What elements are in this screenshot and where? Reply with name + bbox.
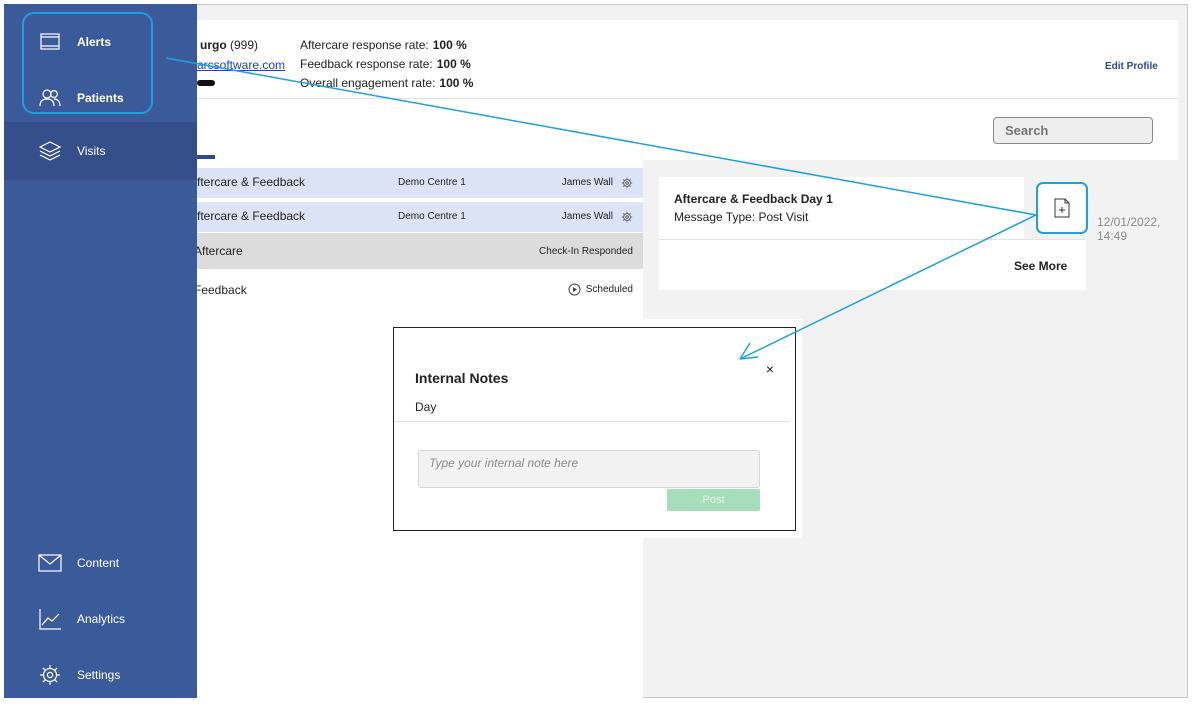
sidebar-item-content[interactable]: Content: [4, 535, 197, 591]
list-item-status: Check-In Responded: [539, 246, 633, 257]
aftercare-rate: Aftercare response rate: 100 %: [300, 38, 467, 52]
list-item-centre: Demo Centre 1: [398, 211, 466, 222]
list-item-staff: James Wall: [561, 177, 613, 188]
list-item-title: Feedback: [194, 283, 247, 297]
sidebar-item-label: Visits: [77, 144, 106, 158]
timestamp-date: 12/01/2022,: [1097, 215, 1161, 229]
profile-name-text: urgo: [200, 38, 227, 52]
sidebar-item-analytics[interactable]: Analytics: [4, 591, 197, 647]
message-type: Message Type: Post Visit: [674, 210, 809, 224]
feedback-rate-label: Feedback response rate:: [300, 57, 433, 71]
sidebar-item-label: Settings: [77, 668, 121, 682]
list-item-title: Aftercare: [194, 244, 243, 258]
active-tab-indicator: [197, 155, 215, 159]
alerts-icon: [38, 30, 62, 54]
list-item[interactable]: ftercare & Feedback Demo Centre 1 James …: [197, 168, 643, 198]
envelope-icon: [38, 551, 62, 575]
search-input[interactable]: [993, 117, 1153, 144]
list-item[interactable]: ftercare & Feedback Demo Centre 1 James …: [197, 202, 643, 232]
list-item-title: ftercare & Feedback: [197, 209, 306, 223]
visits-icon: [38, 139, 62, 163]
add-note-icon: [1054, 198, 1070, 218]
modal-title: Internal Notes: [415, 370, 509, 386]
post-button[interactable]: Post: [667, 489, 760, 511]
aftercare-rate-label: Aftercare response rate:: [300, 38, 429, 52]
message-title: Aftercare & Feedback Day 1: [674, 192, 833, 206]
add-note-button[interactable]: [1036, 182, 1088, 234]
feedback-rate: Feedback response rate: 100 %: [300, 57, 471, 71]
list-item[interactable]: Feedback Scheduled: [194, 272, 643, 308]
engagement-rate-value: 100 %: [439, 76, 474, 90]
modal-divider: [395, 421, 789, 422]
sidebar-item-settings[interactable]: Settings: [4, 647, 197, 703]
analytics-icon: [38, 607, 62, 631]
gear-icon: [38, 663, 62, 687]
sidebar: Alerts Patients Visits Content Analytics…: [4, 4, 197, 698]
redacted-text: [197, 80, 215, 86]
sidebar-item-label: Analytics: [77, 612, 126, 626]
sidebar-item-visits[interactable]: Visits: [4, 122, 197, 180]
edit-profile-link[interactable]: Edit Profile: [1105, 61, 1158, 72]
list-item-centre: Demo Centre 1: [398, 177, 466, 188]
header-divider: [197, 98, 1178, 99]
close-icon[interactable]: ×: [763, 361, 777, 377]
sidebar-item-patients[interactable]: Patients: [4, 70, 197, 126]
list-item-staff: James Wall: [561, 211, 613, 222]
list-item[interactable]: Aftercare Check-In Responded: [194, 233, 643, 269]
sidebar-item-label: Content: [77, 556, 120, 570]
aftercare-rate-value: 100 %: [432, 38, 467, 52]
profile-email-link[interactable]: arcsoftware.com: [197, 58, 285, 72]
internal-note-input[interactable]: [418, 450, 760, 488]
engagement-rate-label: Overall engagement rate:: [300, 76, 436, 90]
gear-icon[interactable]: [621, 211, 633, 223]
profile-name: urgo (999): [200, 38, 258, 52]
gear-icon[interactable]: [621, 177, 633, 189]
message-timestamp: 12/01/2022, 14:49: [1097, 215, 1177, 243]
list-item-title: ftercare & Feedback: [197, 175, 306, 189]
scheduled-icon: [568, 283, 581, 296]
sidebar-item-alerts[interactable]: Alerts: [4, 14, 197, 70]
patients-icon: [38, 86, 62, 110]
sidebar-item-label: Alerts: [77, 35, 112, 49]
profile-id: (999): [230, 38, 259, 52]
engagement-rate: Overall engagement rate: 100 %: [300, 76, 473, 90]
see-more-link[interactable]: See More: [1014, 259, 1067, 273]
modal-subtitle: Day: [415, 400, 437, 414]
timestamp-time: 14:49: [1097, 229, 1128, 243]
feedback-rate-value: 100 %: [436, 57, 471, 71]
sidebar-item-label: Patients: [77, 91, 124, 105]
list-item-status: Scheduled: [585, 284, 633, 295]
card-divider: [659, 239, 1086, 240]
